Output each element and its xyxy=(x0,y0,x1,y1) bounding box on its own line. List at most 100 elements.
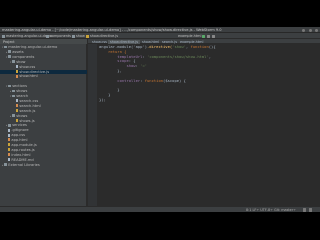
code-token: .directive( xyxy=(147,44,173,49)
tree-item-label: show.css xyxy=(19,64,36,69)
breadcrumb-item[interactable]: components xyxy=(46,34,71,38)
code-token: function xyxy=(190,44,209,49)
settings-icon[interactable] xyxy=(212,34,215,38)
tree-file[interactable]: shows.js xyxy=(0,119,87,124)
tree-item-label: show xyxy=(16,59,26,64)
folder-icon xyxy=(12,94,16,98)
tree-file[interactable]: search.css xyxy=(0,99,87,104)
tree-folder[interactable]: ▸ services xyxy=(0,123,87,128)
tree-item-label: shows xyxy=(16,113,28,118)
breadcrumb-item[interactable]: show.directive.js xyxy=(86,34,118,38)
tree-folder[interactable]: ▸ External Libraries xyxy=(0,163,87,168)
tree-item-label: services xyxy=(12,123,27,128)
tree-file[interactable]: search.js xyxy=(0,109,87,114)
tree-folder[interactable]: ▾ search xyxy=(0,94,87,99)
folder-icon xyxy=(12,114,16,117)
tree-item-label: shows xyxy=(16,89,28,94)
tree-file[interactable]: README.md xyxy=(0,158,87,163)
tree-folder[interactable]: ▸ shows xyxy=(0,89,87,94)
tree-item-label: app.css xyxy=(11,133,26,138)
tree-item-label: README.md xyxy=(11,157,34,162)
tree-item-label: search.html xyxy=(19,103,41,108)
code-token: }, xyxy=(99,68,122,73)
run-config-selector[interactable]: example.html xyxy=(178,34,201,38)
tree-item-label: show.directive.js xyxy=(19,69,50,74)
line-gutter xyxy=(88,44,97,206)
code-token: '=' xyxy=(140,63,148,69)
breadcrumb-item[interactable]: show xyxy=(72,34,85,38)
tree-item-label: app.html xyxy=(11,138,28,143)
tree-item-label: search.js xyxy=(19,108,36,113)
lock-icon[interactable] xyxy=(302,208,306,212)
tree-item-label: app.routes.js xyxy=(11,147,35,152)
tree-file[interactable]: .gitignore xyxy=(0,128,87,133)
tree-folder[interactable]: ▾ show xyxy=(0,60,87,65)
tree-file[interactable]: app.html xyxy=(0,138,87,143)
tree-item-label: assets xyxy=(12,49,24,54)
debug-icon[interactable] xyxy=(207,34,210,38)
tree-item-label: mastering-angular-ui-demo xyxy=(8,45,58,49)
webstorm-window: mastering-angular-ui-demo - [~/code/mast… xyxy=(0,27,320,212)
project-panel-header: Project xyxy=(0,39,87,44)
tree-folder[interactable]: ▸ shows xyxy=(0,114,87,119)
tree-file[interactable]: show.css xyxy=(0,65,87,70)
folder-icon xyxy=(4,45,8,49)
breadcrumb-item[interactable]: mastering-angular-ui-demo xyxy=(2,34,52,38)
tree-folder[interactable]: ▸ assets xyxy=(0,50,87,55)
code-token: 'components/show/show.html' xyxy=(147,53,209,59)
folder-icon xyxy=(46,34,49,38)
code-editor[interactable]: angular.module('app').directive('show', … xyxy=(88,44,320,206)
close-button[interactable] xyxy=(315,29,318,32)
folder-icon xyxy=(12,89,16,93)
tree-file xyxy=(0,79,87,84)
run-icon[interactable] xyxy=(202,34,205,38)
tree-file[interactable]: search.html xyxy=(0,104,87,109)
code-token: controller xyxy=(117,77,141,83)
tree-file[interactable]: show.directive.js xyxy=(0,69,87,75)
code-token: ($scope) { xyxy=(163,77,186,83)
tree-folder[interactable]: ▾ sections xyxy=(0,84,87,89)
folder-icon xyxy=(2,34,5,38)
window-title: mastering-angular-ui-demo - [~/code/mast… xyxy=(2,27,222,32)
folder-icon xyxy=(8,50,12,54)
code-token: function xyxy=(144,77,164,83)
tree-file[interactable]: app.routes.js xyxy=(0,148,87,153)
tree-item-label: index.html xyxy=(11,152,31,157)
folder-icon xyxy=(4,163,8,166)
tree-file[interactable]: app.module.js xyxy=(0,143,87,148)
letterbox-top xyxy=(0,0,320,27)
folder-icon xyxy=(8,123,12,127)
folder-icon xyxy=(8,55,12,58)
tree-item-label: search.css xyxy=(19,98,39,103)
code-line[interactable]: controller: function($scope) { xyxy=(99,77,186,84)
project-panel: Project ▾ mastering-angular-ui-demo ▸ asset… xyxy=(0,39,87,206)
code-line[interactable]: }); xyxy=(99,96,106,103)
tree-item-label: app.module.js xyxy=(11,143,37,147)
tree-item-label: show.html xyxy=(19,74,38,79)
tree-item-label: .gitignore xyxy=(11,128,29,133)
tree-item-label: components xyxy=(12,54,35,59)
tree-folder[interactable]: ▾ mastering-angular-ui-demo xyxy=(0,45,87,50)
tree-item-label: search xyxy=(16,94,29,98)
letterbox-bottom xyxy=(0,212,320,240)
code-token: (){ xyxy=(208,44,216,49)
code-token: 'show' xyxy=(172,44,186,49)
event-log-icon[interactable] xyxy=(308,208,312,212)
tree-folder[interactable]: ▾ components xyxy=(0,55,87,60)
tree-file[interactable]: app.css xyxy=(0,133,87,138)
tree-item-label: sections xyxy=(12,84,28,89)
code-token: , xyxy=(208,53,212,59)
folder-icon xyxy=(72,34,75,38)
tree-item-label: External Libraries xyxy=(8,162,40,167)
code-token: }); xyxy=(99,96,106,102)
code-line[interactable]: }, xyxy=(99,68,122,74)
minimize-button[interactable] xyxy=(302,29,306,32)
tree-file[interactable]: show.html xyxy=(0,74,87,79)
tree-item-label: shows.js xyxy=(19,118,35,123)
folder-icon xyxy=(12,60,16,63)
tree-file[interactable]: index.html xyxy=(0,153,87,158)
maximize-button[interactable] xyxy=(308,29,312,32)
code-token: show xyxy=(126,63,136,69)
js-file-icon xyxy=(86,34,89,38)
